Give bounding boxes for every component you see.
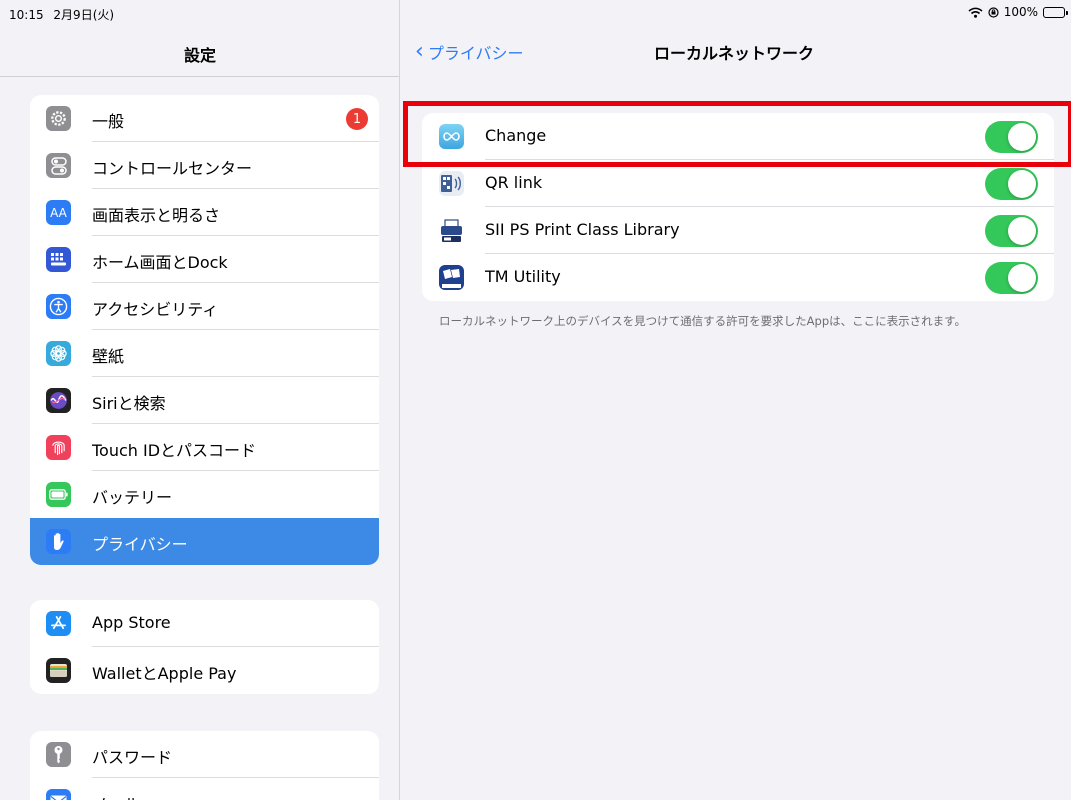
settings-group-accounts: パスワード メール [30, 731, 379, 800]
gear-icon [46, 106, 71, 131]
siri-icon [46, 388, 71, 413]
sidebar-item-touch-id-passcode[interactable]: Touch IDとパスコード [30, 424, 379, 471]
orientation-lock-icon [988, 6, 999, 18]
app-row-tm-utility: TM Utility [422, 254, 1054, 301]
wallpaper-flower-icon [46, 341, 71, 366]
local-network-toggle-sii-ps-print[interactable] [985, 215, 1038, 247]
app-row-sii-ps-print: SII PS Print Class Library [422, 207, 1054, 254]
notification-badge: 1 [346, 108, 368, 130]
sidebar-item-accessibility[interactable]: アクセシビリティ [30, 283, 379, 330]
sidebar-item-label: App Store [92, 613, 171, 632]
status-time: 10:15 [9, 8, 44, 22]
sidebar-item-home-screen-dock[interactable]: ホーム画面とDock [30, 236, 379, 283]
footnote-text: ローカルネットワーク上のデバイスを見つけて通信する許可を要求したAppは、ここに… [439, 314, 966, 328]
local-network-app-list: Change QR link SII PS Print Class Librar… [422, 113, 1054, 301]
text-size-icon: AA [46, 200, 71, 225]
accessibility-icon [46, 294, 71, 319]
sidebar-item-passwords[interactable]: パスワード [30, 731, 379, 778]
sidebar-item-app-store[interactable]: App Store [30, 600, 379, 647]
settings-sidebar: 10:15 2月9日(火) 設定 一般 1 コントロールセンター AA 画面表示… [0, 0, 400, 800]
settings-group-main: 一般 1 コントロールセンター AA 画面表示と明るさ ホーム画面とDock ア… [30, 95, 379, 565]
settings-group-store: App Store WalletとApple Pay [30, 600, 379, 694]
sidebar-item-wallpaper[interactable]: 壁紙 [30, 330, 379, 377]
sidebar-item-label: 画面表示と明るさ [92, 206, 221, 225]
app-row-qr-link: QR link [422, 160, 1054, 207]
qr-link-app-icon [439, 171, 464, 196]
key-icon [46, 742, 71, 767]
local-network-toggle-change[interactable] [985, 121, 1038, 153]
toggles-icon [46, 153, 71, 178]
sidebar-item-wallet-apple-pay[interactable]: WalletとApple Pay [30, 647, 379, 694]
page-title: ローカルネットワーク [654, 44, 815, 63]
app-name: Change [485, 126, 547, 145]
app-name: QR link [485, 173, 543, 192]
status-bar-right: 100% [968, 5, 1068, 19]
detail-pane: 100% ‹ プライバシー ローカルネットワーク Change QR link [401, 0, 1071, 800]
hand-icon [46, 529, 71, 554]
sidebar-item-siri-search[interactable]: Siriと検索 [30, 377, 379, 424]
sidebar-title: 設定 [183, 46, 216, 65]
app-name: TM Utility [485, 267, 561, 286]
home-grid-icon [46, 247, 71, 272]
sidebar-item-label: プライバシー [92, 535, 188, 554]
status-date: 2月9日(火) [53, 8, 115, 22]
wifi-icon [968, 7, 983, 18]
sidebar-item-control-center[interactable]: コントロールセンター [30, 142, 379, 189]
sidebar-item-general[interactable]: 一般 1 [30, 95, 379, 142]
app-name: SII PS Print Class Library [485, 220, 680, 239]
sidebar-item-label: バッテリー [92, 488, 173, 507]
sidebar-item-mail[interactable]: メール [30, 778, 379, 800]
sidebar-item-label: アクセシビリティ [92, 300, 219, 319]
wallet-icon [46, 658, 71, 683]
battery-level-icon [1043, 6, 1068, 18]
divider [0, 76, 399, 77]
status-bar-left: 10:15 2月9日(火) [9, 6, 120, 23]
sidebar-item-label: Siriと検索 [92, 394, 166, 413]
sidebar-item-label: メール [92, 791, 140, 800]
mail-icon [46, 789, 71, 800]
sidebar-item-battery[interactable]: バッテリー [30, 471, 379, 518]
sidebar-item-label: ホーム画面とDock [92, 253, 228, 272]
app-store-icon [46, 611, 71, 636]
sidebar-item-privacy[interactable]: プライバシー [30, 518, 379, 565]
sidebar-item-label: パスワード [92, 748, 173, 767]
local-network-toggle-tm-utility[interactable] [985, 262, 1038, 294]
back-button[interactable]: ‹ プライバシー [415, 40, 524, 64]
sidebar-item-label: WalletとApple Pay [92, 664, 237, 683]
sidebar-item-label: Touch IDとパスコード [92, 441, 257, 460]
tm-utility-app-icon [439, 265, 464, 290]
sidebar-item-label: 壁紙 [92, 347, 125, 366]
sidebar-item-display-brightness[interactable]: AA 画面表示と明るさ [30, 189, 379, 236]
battery-icon [46, 482, 71, 507]
fingerprint-icon [46, 435, 71, 460]
sidebar-item-label: コントロールセンター [92, 159, 253, 178]
sii-printer-app-icon [439, 218, 464, 243]
sidebar-item-label: 一般 [92, 112, 125, 131]
battery-percentage: 100% [1003, 5, 1038, 19]
back-button-label: プライバシー [427, 44, 524, 63]
app-row-change: Change [422, 113, 1054, 160]
local-network-toggle-qr-link[interactable] [985, 168, 1038, 200]
change-app-icon [439, 124, 464, 149]
chevron-left-icon: ‹ [415, 39, 424, 64]
